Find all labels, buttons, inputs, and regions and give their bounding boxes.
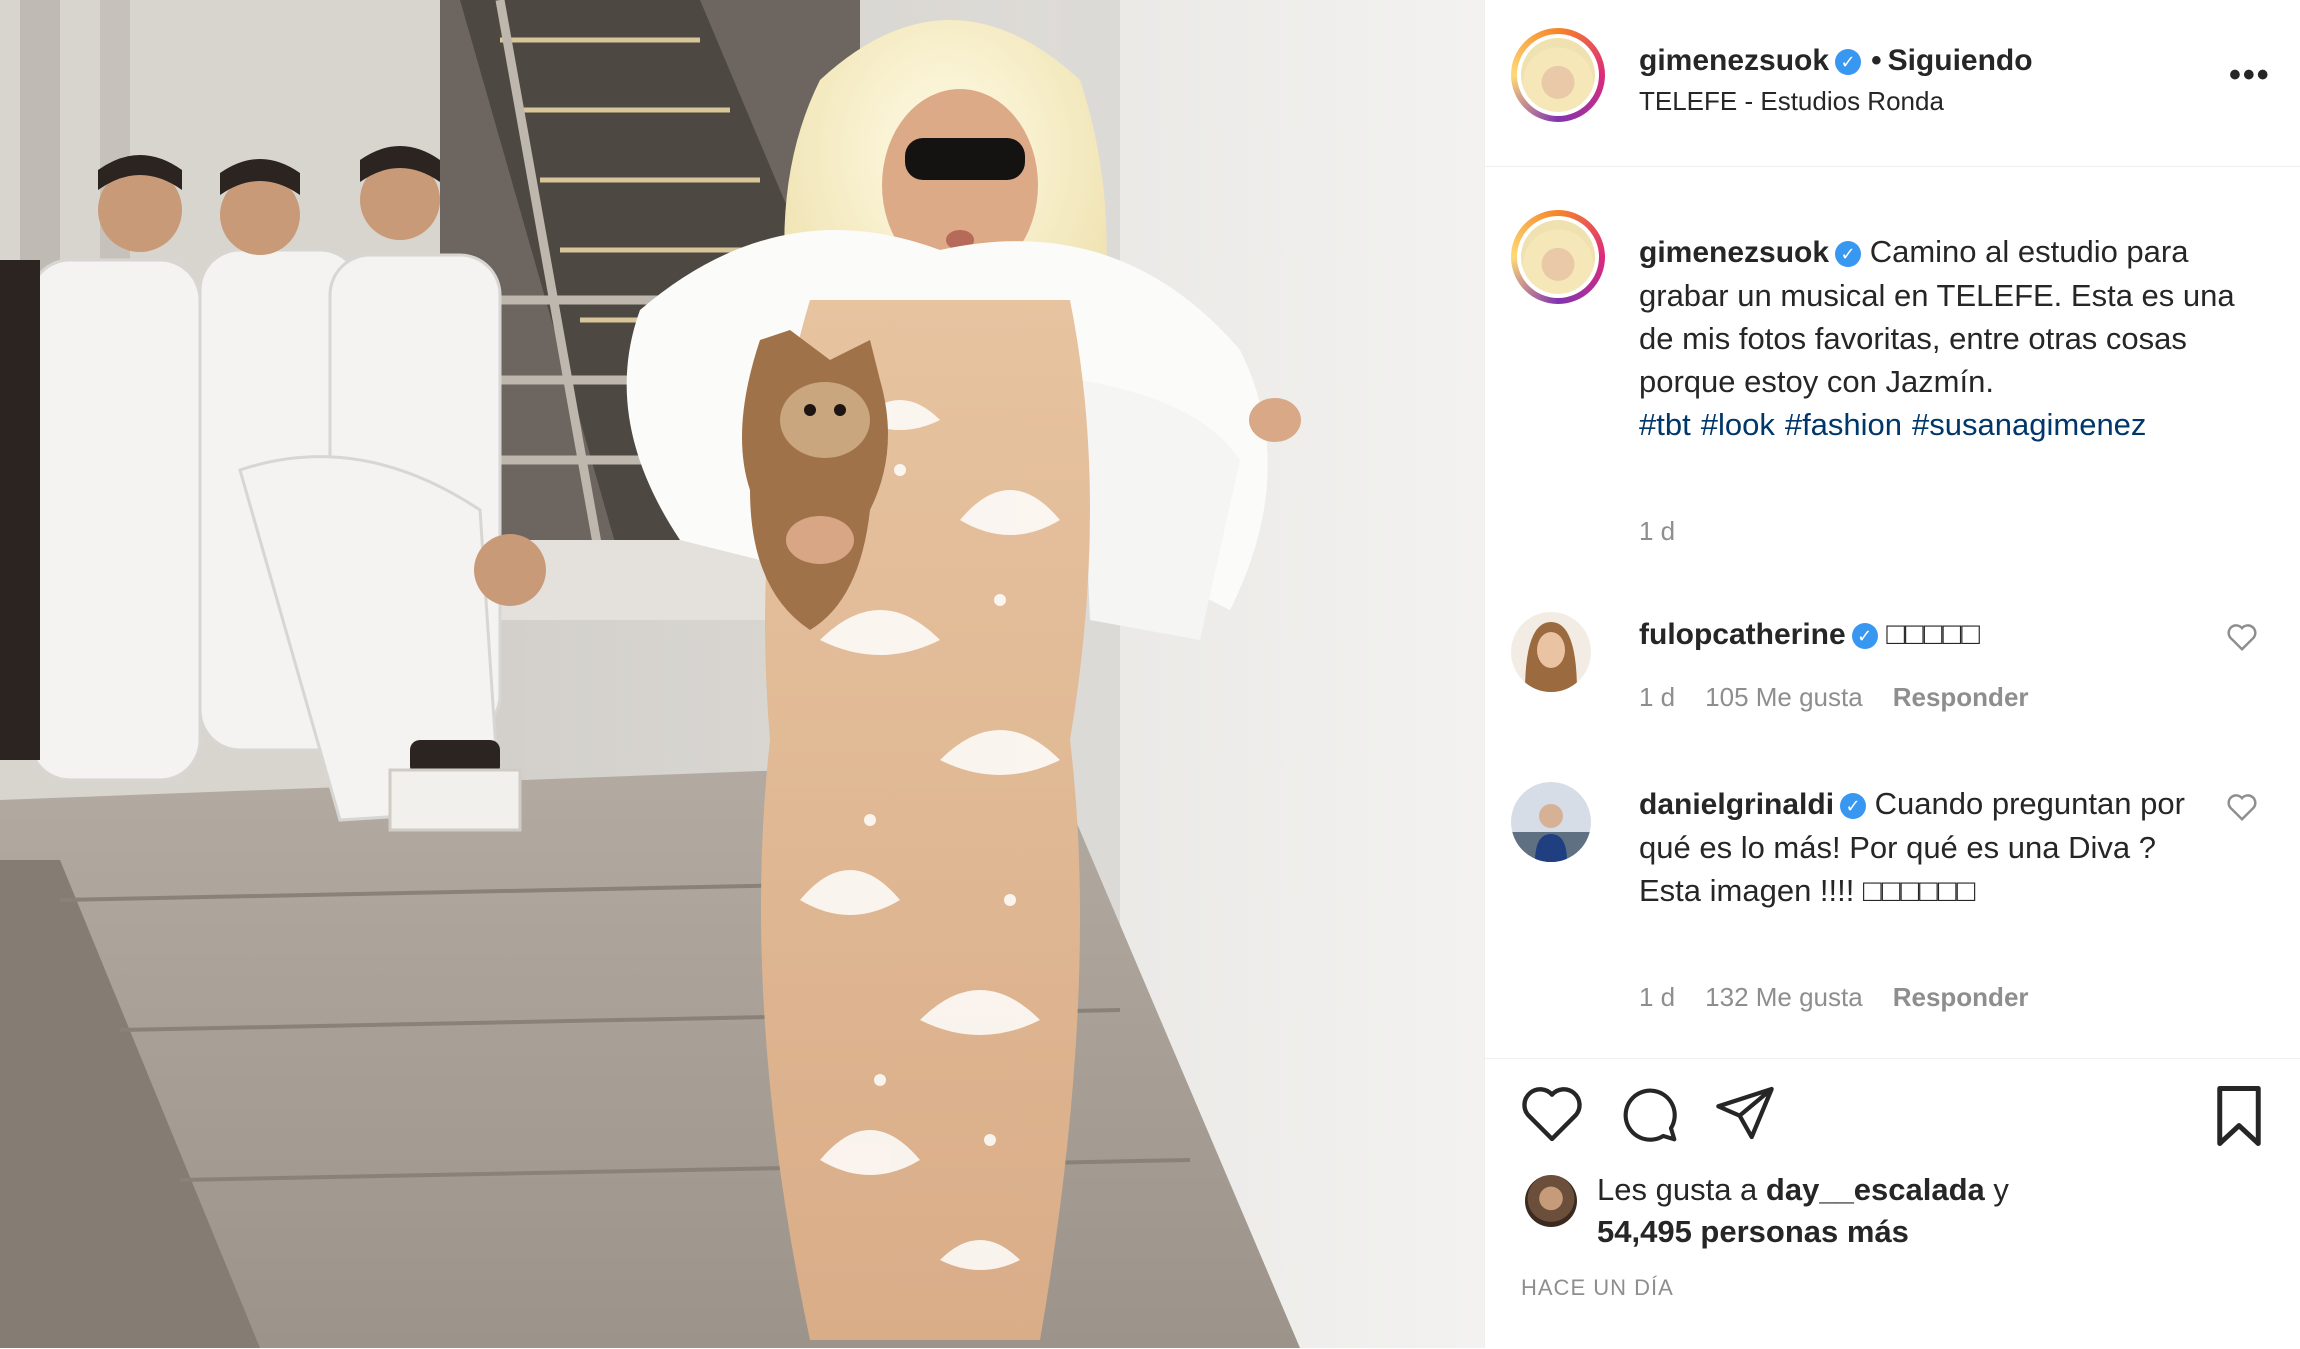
caption-age: 1 d: [1639, 516, 1676, 546]
caption-username[interactable]: gimenezsuok: [1639, 236, 1829, 269]
commenter-avatar[interactable]: [1511, 612, 1591, 692]
comment-meta: 1 d 132 Me gusta Responder: [1639, 982, 2059, 1013]
liker-username[interactable]: day__escalada: [1766, 1172, 1985, 1207]
post-photo[interactable]: [0, 0, 1484, 1348]
comment-item: danielgrinaldi ✓ Cuando preguntan por qué…: [1511, 782, 2281, 1032]
reply-button[interactable]: Responder: [1893, 982, 2029, 1012]
comment-like-icon[interactable]: [2225, 792, 2259, 822]
more-options-icon[interactable]: •••: [2229, 56, 2271, 95]
likes-prefix: Les gusta a: [1597, 1172, 1766, 1207]
post-header: gimenezsuok ✓ • Siguiendo TELEFE - Estudios…: [1485, 0, 2300, 167]
post-side-panel: gimenezsuok ✓ • Siguiendo TELEFE - Estudios…: [1484, 0, 2300, 1348]
hashtag-link[interactable]: #look: [1701, 407, 1775, 442]
caption-hashtags: #tbt #look #fashion #susanagimenez: [1639, 407, 2156, 442]
save-icon[interactable]: [2213, 1083, 2265, 1149]
commenter-username[interactable]: danielgrinaldi: [1639, 788, 1834, 821]
post-location[interactable]: TELEFE - Estudios Ronda: [1639, 86, 1944, 117]
caption-text-block: gimenezsuok ✓ Camino al estudio para grab…: [1639, 230, 2269, 446]
following-button[interactable]: Siguiendo: [1888, 44, 2033, 77]
post-timestamp[interactable]: HACE UN DÍA: [1521, 1275, 1674, 1301]
liker-avatar[interactable]: [1525, 1175, 1577, 1227]
post-image: [0, 0, 1484, 1348]
likes-text: Les gusta a day__escalada y 54,495 perso…: [1597, 1169, 2009, 1253]
comment-text: □□□□□: [1886, 616, 1980, 651]
like-icon[interactable]: [1519, 1083, 1585, 1143]
hashtag-link[interactable]: #fashion: [1785, 407, 1902, 442]
author-avatar[interactable]: [1511, 28, 1605, 122]
comment-text-block: danielgrinaldi ✓ Cuando preguntan por qué…: [1639, 782, 2199, 912]
comment-icon[interactable]: [1617, 1083, 1681, 1145]
comment-age: 1 d: [1639, 682, 1676, 712]
likes-count[interactable]: 54,495 personas más: [1597, 1214, 1909, 1249]
hashtag-link[interactable]: #tbt: [1639, 407, 1691, 442]
separator-dot: •: [1871, 44, 1882, 77]
comment-like-icon[interactable]: [2225, 622, 2259, 652]
comment-text-block: fulopcatherine ✓ □□□□□: [1639, 612, 2199, 656]
comment-age: 1 d: [1639, 982, 1676, 1012]
share-icon[interactable]: [1713, 1083, 1777, 1143]
reply-button[interactable]: Responder: [1893, 682, 2029, 712]
comment-item: fulopcatherine ✓ □□□□□ 1 d 105 Me gusta Res…: [1511, 612, 2281, 732]
hashtag-link[interactable]: #susanagimenez: [1912, 407, 2146, 442]
likes-suffix: y: [1984, 1172, 2009, 1207]
comment-meta: 1 d 105 Me gusta Responder: [1639, 682, 2059, 713]
commenter-avatar[interactable]: [1511, 782, 1591, 862]
post-actions: Les gusta a day__escalada y 54,495 perso…: [1485, 1058, 2300, 1349]
caption-author-avatar[interactable]: [1511, 210, 1605, 304]
verified-badge-icon: ✓: [1840, 792, 1867, 819]
author-username[interactable]: gimenezsuok: [1639, 44, 1829, 77]
verified-badge-icon: ✓: [1851, 622, 1878, 649]
commenter-username[interactable]: fulopcatherine: [1639, 618, 1846, 651]
comment-likes-count[interactable]: 132 Me gusta: [1705, 982, 1863, 1012]
verified-badge-icon: ✓: [1835, 240, 1862, 267]
comment-likes-count[interactable]: 105 Me gusta: [1705, 682, 1863, 712]
author-line: gimenezsuok ✓ • Siguiendo: [1639, 44, 2033, 78]
verified-badge-icon: ✓: [1835, 49, 1862, 76]
